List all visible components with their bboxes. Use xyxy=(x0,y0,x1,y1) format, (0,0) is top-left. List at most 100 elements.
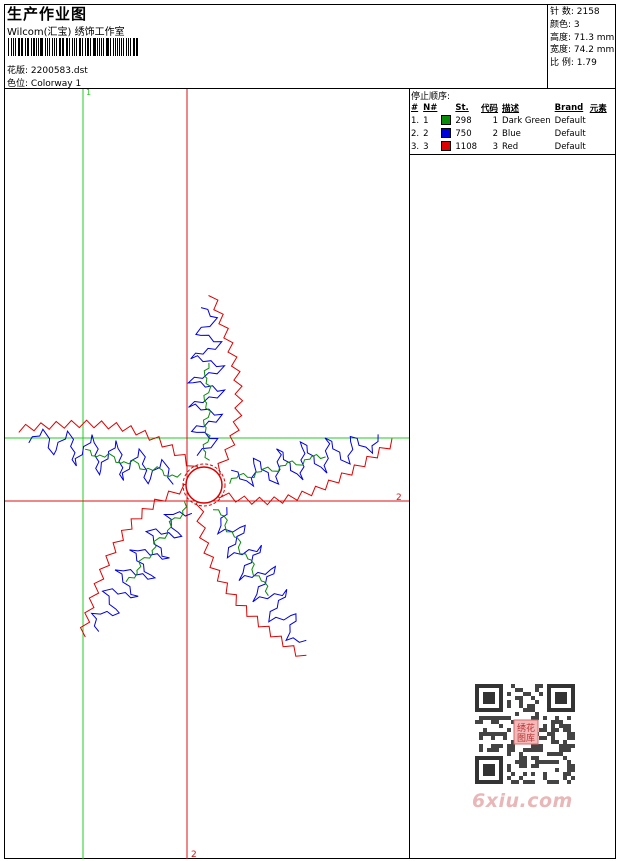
qr-module xyxy=(571,744,575,748)
qr-code-image: 绣花图库 xyxy=(470,681,580,787)
qr-module xyxy=(523,708,527,712)
color-swatch xyxy=(441,141,452,152)
qr-module xyxy=(523,772,527,776)
qr-finder xyxy=(483,764,495,776)
design-label: 花版: xyxy=(7,66,29,76)
qr-module xyxy=(547,752,551,756)
qr-module xyxy=(535,748,539,752)
qr-module xyxy=(475,720,479,724)
qr-module xyxy=(499,732,503,736)
qr-module xyxy=(507,728,511,732)
qr-module xyxy=(535,764,539,768)
qr-module xyxy=(555,760,559,764)
qr-module xyxy=(551,760,555,764)
qr-module xyxy=(539,728,543,732)
qr-module xyxy=(567,724,571,728)
qr-module xyxy=(507,748,511,752)
qr-module xyxy=(571,768,575,772)
qr-module xyxy=(551,736,555,740)
col-code: 代码 xyxy=(481,103,499,114)
qr-module xyxy=(479,720,483,724)
qr-module xyxy=(499,744,503,748)
qr-module xyxy=(539,748,543,752)
qr-module xyxy=(491,748,495,752)
table-row: 3. 3 1108 3 Red Default xyxy=(411,141,586,152)
qr-module xyxy=(495,744,499,748)
qr-module xyxy=(567,780,571,784)
qr-module xyxy=(507,764,511,768)
qr-module xyxy=(563,744,567,748)
qr-module xyxy=(551,740,555,744)
qr-module xyxy=(543,776,547,780)
qr-module xyxy=(507,752,511,756)
design-filename: 2200583.dst xyxy=(30,66,88,76)
qr-module xyxy=(515,780,519,784)
stat-height: 高度: 71.3 mm xyxy=(550,32,615,43)
qr-module xyxy=(519,776,523,780)
qr-module xyxy=(551,780,555,784)
petal-fill-blue xyxy=(216,507,307,643)
qr-module xyxy=(515,760,519,764)
qr-module xyxy=(523,748,527,752)
qr-module xyxy=(555,740,559,744)
qr-stamp-text: 图库 xyxy=(517,732,535,744)
qr-module xyxy=(563,748,567,752)
qr-module xyxy=(547,780,551,784)
qr-module xyxy=(567,736,571,740)
qr-module xyxy=(531,756,535,760)
qr-module xyxy=(563,756,567,760)
col-description: 描述 xyxy=(502,103,520,114)
qr-module xyxy=(479,732,483,736)
qr-module xyxy=(511,748,515,752)
col-element: 元素 xyxy=(589,103,607,114)
qr-module xyxy=(495,748,499,752)
qr-module xyxy=(531,716,535,720)
qr-module xyxy=(519,760,523,764)
qr-module xyxy=(491,720,495,724)
qr-module xyxy=(519,700,523,704)
stat-colors: 颜色: 3 xyxy=(550,19,580,30)
qr-module xyxy=(535,760,539,764)
qr-module xyxy=(479,744,483,748)
qr-module xyxy=(535,688,539,692)
embroidery-canvas[interactable]: 1 2 2 xyxy=(5,89,409,859)
qr-module xyxy=(479,748,483,752)
qr-module xyxy=(487,748,491,752)
qr-module xyxy=(491,716,495,720)
qr-module xyxy=(483,716,487,720)
qr-module xyxy=(487,732,491,736)
stats-box: 针 数: 2158 颜色: 3 高度: 71.3 mm 宽度: 74.2 mm … xyxy=(547,4,616,88)
qr-module xyxy=(527,748,531,752)
qr-module xyxy=(495,716,499,720)
qr-module xyxy=(499,724,503,728)
qr-module xyxy=(507,716,511,720)
qr-module xyxy=(567,716,571,720)
qr-module xyxy=(559,720,563,724)
studio-name: Wilcom(汇宝) 绣饰工作室 xyxy=(7,27,125,38)
stitch-paths xyxy=(18,295,393,657)
qr-module xyxy=(543,724,547,728)
qr-module xyxy=(511,780,515,784)
qr-module xyxy=(507,744,511,748)
qr-module xyxy=(563,772,567,776)
stat-stitches: 针 数: 2158 xyxy=(550,7,600,17)
table-row: 2. 2 750 2 Blue Default xyxy=(411,128,586,139)
flower-center-ring xyxy=(185,466,223,504)
qr-module xyxy=(527,692,531,696)
col-stitches: St. xyxy=(455,102,469,113)
table-row: 1. 1 298 1 Dark Green Default xyxy=(411,115,586,126)
qr-module xyxy=(559,724,563,728)
qr-module xyxy=(531,704,535,708)
qr-module xyxy=(511,772,515,776)
petal-vein-green xyxy=(202,362,212,461)
qr-module xyxy=(519,764,523,768)
qr-module xyxy=(571,736,575,740)
petal-fill-blue xyxy=(90,511,193,632)
qr-module xyxy=(523,764,527,768)
color-swatch xyxy=(441,115,452,126)
qr-module xyxy=(563,724,567,728)
qr-module xyxy=(567,760,571,764)
qr-module xyxy=(499,716,503,720)
qr-module xyxy=(519,688,523,692)
qr-module xyxy=(543,772,547,776)
